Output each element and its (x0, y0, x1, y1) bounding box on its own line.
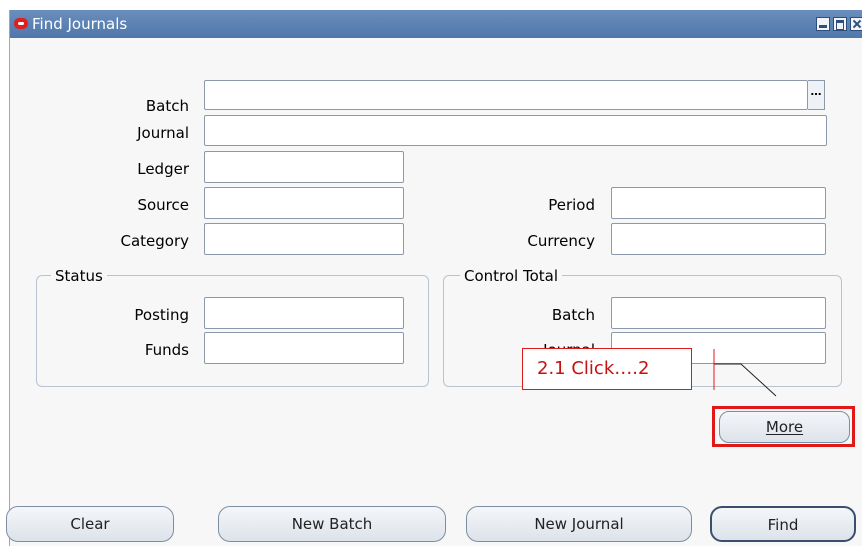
category-field[interactable] (204, 223, 404, 255)
instruction-callout-text: 2.1 Click….2 (537, 358, 650, 379)
new-batch-button-label: New Batch (291, 515, 373, 533)
more-button-highlight (712, 406, 855, 447)
journal-field[interactable] (204, 115, 827, 146)
minimize-icon[interactable] (816, 17, 830, 31)
journal-label: Journal (137, 124, 189, 142)
oracle-logo-icon (13, 17, 29, 30)
status-group-title: Status (51, 267, 107, 285)
control-batch-label: Batch (551, 306, 595, 324)
window-title: Find Journals (32, 15, 128, 33)
posting-field[interactable] (204, 297, 404, 329)
status-group (36, 275, 429, 387)
batch-field[interactable] (204, 80, 808, 110)
find-journals-window: Find Journals Batch … Journal Ledger Sou… (6, 10, 862, 546)
period-label: Period (548, 196, 595, 214)
maximize-icon[interactable] (833, 17, 847, 31)
source-label: Source (137, 196, 189, 214)
clear-button[interactable]: Clear (6, 506, 174, 542)
new-journal-button-label: New Journal (534, 515, 624, 533)
ledger-label: Ledger (137, 160, 189, 178)
new-journal-button[interactable]: New Journal (466, 506, 692, 542)
batch-label: Batch (145, 97, 189, 115)
close-icon[interactable] (850, 17, 862, 31)
currency-label: Currency (527, 232, 595, 250)
new-batch-button[interactable]: New Batch (218, 506, 446, 542)
batch-lov-button[interactable]: … (808, 80, 825, 110)
funds-label: Funds (144, 341, 189, 359)
ledger-field[interactable] (204, 151, 404, 183)
title-bar: Find Journals (10, 10, 862, 38)
clear-button-label: Clear (70, 515, 110, 533)
instruction-callout: 2.1 Click….2 (522, 348, 692, 390)
control-batch-field[interactable] (611, 297, 826, 329)
currency-field[interactable] (611, 223, 826, 255)
find-button-label: Find (767, 516, 799, 534)
source-field[interactable] (204, 187, 404, 219)
period-field[interactable] (611, 187, 826, 219)
control-total-group-title: Control Total (460, 267, 563, 285)
find-button[interactable]: Find (710, 506, 856, 542)
funds-field[interactable] (204, 332, 404, 364)
category-label: Category (120, 232, 189, 250)
posting-label: Posting (134, 306, 189, 324)
